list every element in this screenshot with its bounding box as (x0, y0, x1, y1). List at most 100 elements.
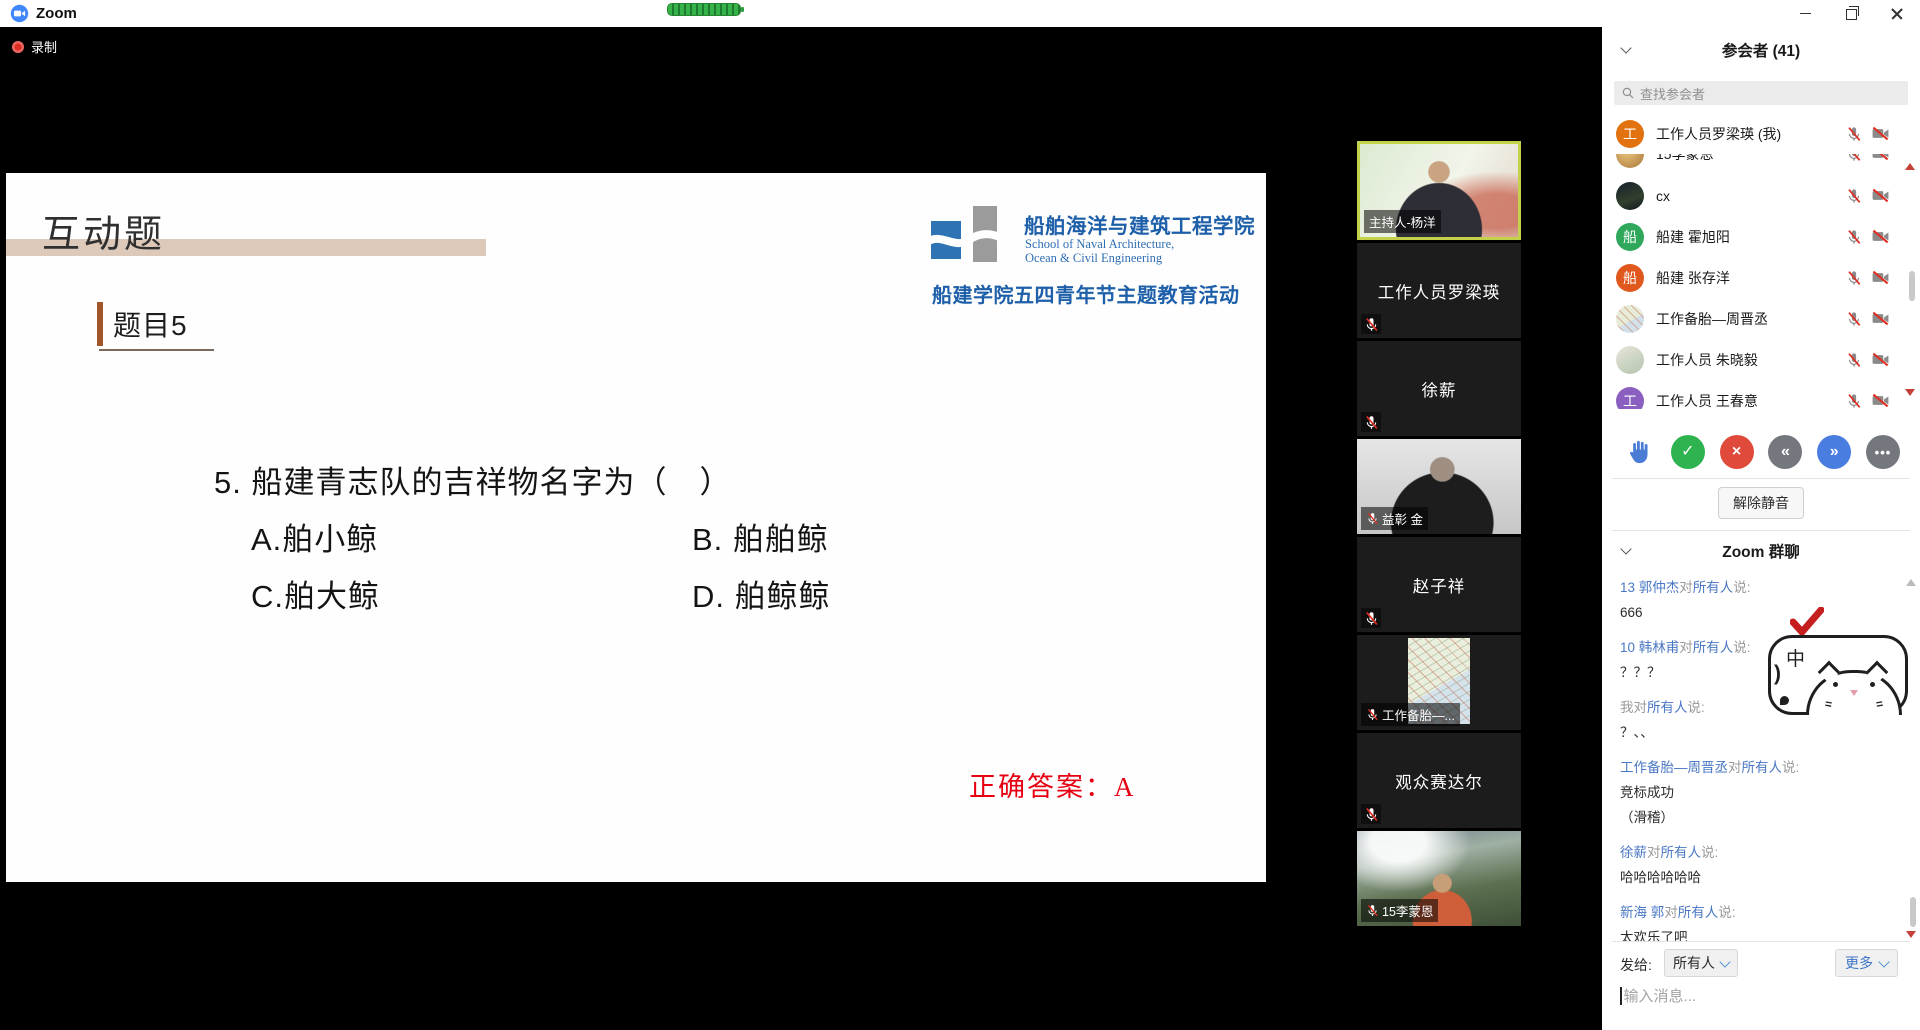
camera-off-icon (1871, 227, 1890, 246)
close-button[interactable] (1874, 0, 1920, 27)
chat-message-input[interactable]: 输入消息... (1620, 985, 1696, 1006)
video-tile[interactable]: 15李蒙恩 (1357, 831, 1521, 926)
send-to-value: 所有人 (1673, 953, 1715, 973)
participant-row[interactable]: 工工作人员罗梁瑛 (我) (1602, 113, 1920, 154)
chat-message: 徐薪对所有人说:哈哈哈哈哈哈 (1620, 840, 1894, 890)
faster-button[interactable]: » (1817, 435, 1851, 469)
participants-header: 参会者 (41) (1602, 27, 1920, 75)
chat-sender-name: 新海 郭 (1620, 905, 1664, 920)
participant-name: 工作人员 朱晓毅 (1656, 350, 1758, 370)
recording-label: 录制 (31, 37, 57, 56)
camera-off-icon (1871, 350, 1890, 369)
participant-row[interactable]: 工作备胎—周晋丞 (1602, 298, 1920, 339)
more-reactions-button[interactable]: ••• (1866, 435, 1900, 469)
mic-muted-icon (1366, 512, 1379, 525)
chat-message-header: 新海 郭对所有人说: (1620, 900, 1894, 925)
chat-scroll-up-indicator[interactable] (1906, 579, 1916, 586)
participant-row[interactable]: 15李蒙恩 (1602, 154, 1920, 175)
participant-avatar (1616, 182, 1644, 210)
participant-row[interactable]: 工工作人员 王春意 (1602, 380, 1920, 409)
school-name-en-line1: School of Naval Architecture, (1025, 237, 1174, 252)
recording-dot-icon (12, 41, 24, 53)
sticker-paw (1780, 696, 1789, 705)
video-tile[interactable]: 主持人-杨洋 (1357, 141, 1521, 240)
chat-message: 工作备胎—周晋丞对所有人说:竞标成功（滑稽） (1620, 755, 1894, 830)
chat-sender-name: 13 郭仲杰 (1620, 580, 1679, 595)
cat-eye (1870, 682, 1875, 687)
school-name-cn: 船舶海洋与建筑工程学院 (1024, 209, 1255, 239)
participants-title: 参会者 (41) (1602, 39, 1920, 61)
chat-more-dropdown[interactable]: 更多 (1835, 949, 1898, 977)
participant-avatar: 船 (1616, 264, 1644, 292)
video-tile[interactable]: 工作人员罗梁瑛 (1357, 243, 1521, 338)
minimize-button[interactable] (1782, 0, 1828, 27)
question-text: 5. 船建青志队的吉祥物名字为（ ） (214, 457, 731, 502)
participant-row[interactable]: cx (1602, 175, 1920, 216)
video-tile[interactable]: 益彰 金 (1357, 439, 1521, 534)
chat-message-body: 竞标成功 (1620, 780, 1894, 805)
chat-say-suffix: 说: (1733, 580, 1750, 595)
restore-button[interactable] (1828, 0, 1874, 27)
search-icon (1621, 86, 1635, 100)
mic-muted-icon (1846, 154, 1862, 162)
participant-row-inner: 工工作人员罗梁瑛 (我) (1616, 120, 1890, 148)
chat-message-list: 13 郭仲杰对所有人说:66610 韩林甫对所有人说:？？？我对所有人说:？、、… (1602, 569, 1920, 941)
topic-label: 题目5 (113, 304, 188, 344)
participant-name: 船建 张存洋 (1656, 268, 1730, 288)
cat-ear (1818, 661, 1841, 684)
video-tile[interactable]: 观众赛达尔 (1357, 733, 1521, 828)
chat-message: 新海 郭对所有人说:太欢乐了吧 (1620, 900, 1894, 941)
cat-nose (1850, 690, 1858, 696)
video-tile-name: 工作备胎—... (1382, 705, 1455, 724)
participant-name: 工作备胎—周晋丞 (1656, 309, 1768, 329)
participant-status-icons (1846, 391, 1890, 409)
participant-row-inner: 工作人员 朱晓毅 (1616, 346, 1890, 374)
video-tile[interactable]: 赵子祥 (1357, 537, 1521, 632)
chat-scroll-down-indicator[interactable] (1906, 931, 1916, 938)
unmute-button[interactable]: 解除静音 (1718, 487, 1804, 519)
participant-row[interactable]: 工作人员 朱晓毅 (1602, 339, 1920, 380)
participant-status-icons (1846, 154, 1890, 163)
participant-row[interactable]: 船船建 霍旭阳 (1602, 216, 1920, 257)
cat-face: = = (1806, 670, 1902, 715)
chat-sender-name: 我 (1620, 700, 1634, 715)
participant-avatar: 工 (1616, 387, 1644, 410)
chat-message-body: ？、、 (1620, 720, 1894, 745)
recording-indicator: 录制 (12, 37, 57, 56)
option-d: D. 舶鲸鲸 (692, 571, 831, 616)
shared-slide: 互动题 题目5 5. 船建青志队的吉祥物名字为（ ） A.舶小鲸 B. 舶舶鲸 … (6, 173, 1266, 882)
chat-scrollbar[interactable] (1910, 897, 1916, 927)
zoom-app-window: Zoom 录制 互动题 题目5 5. 船建青志队的吉祥物名字为（ ） A.舶小鲸… (0, 0, 1920, 1030)
zoom-logo-icon (10, 4, 29, 23)
x-icon: × (1732, 444, 1741, 460)
participant-search-input[interactable]: 查找参会者 (1614, 81, 1908, 105)
no-button[interactable]: × (1720, 435, 1754, 469)
participant-name: cx (1656, 188, 1670, 204)
participant-status-icons (1846, 268, 1890, 287)
option-a: A.舶小鲸 (251, 514, 378, 559)
camera-off-icon (1871, 268, 1890, 287)
mic-muted-icon (1846, 393, 1862, 409)
slower-button[interactable]: « (1768, 435, 1802, 469)
participant-row[interactable]: 船船建 张存洋 (1602, 257, 1920, 298)
video-tile[interactable]: 徐薪 (1357, 341, 1521, 436)
participants-list: 工工作人员罗梁瑛 (我) 15李蒙恩 cx 船船建 霍旭阳 船船建 张存洋 工作… (1602, 113, 1920, 409)
sticker-crescent: ) (1774, 662, 1781, 686)
chat-title: Zoom 群聊 (1602, 540, 1920, 562)
participant-status-icons (1846, 350, 1890, 369)
chat-connector: 对 (1728, 760, 1742, 775)
raise-hand-button[interactable] (1622, 435, 1656, 469)
school-logo-icon (929, 204, 1009, 266)
chat-message-body: 太欢乐了吧 (1620, 925, 1894, 941)
video-tile[interactable]: 工作备胎—... (1357, 635, 1521, 730)
video-tile-name: 15李蒙恩 (1382, 901, 1433, 920)
send-to-dropdown[interactable]: 所有人 (1664, 949, 1738, 977)
participant-row-inner: 工作备胎—周晋丞 (1616, 305, 1890, 333)
camera-off-icon (1871, 154, 1890, 163)
chat-sender-name: 徐薪 (1620, 845, 1647, 860)
video-tile-name: 益彰 金 (1382, 509, 1423, 528)
cat-sticker-drawing: 中 ) = = (1768, 635, 1908, 715)
raised-hand-icon (1625, 438, 1653, 466)
yes-button[interactable]: ✓ (1671, 435, 1705, 469)
chat-sender-name: 工作备胎—周晋丞 (1620, 760, 1728, 775)
